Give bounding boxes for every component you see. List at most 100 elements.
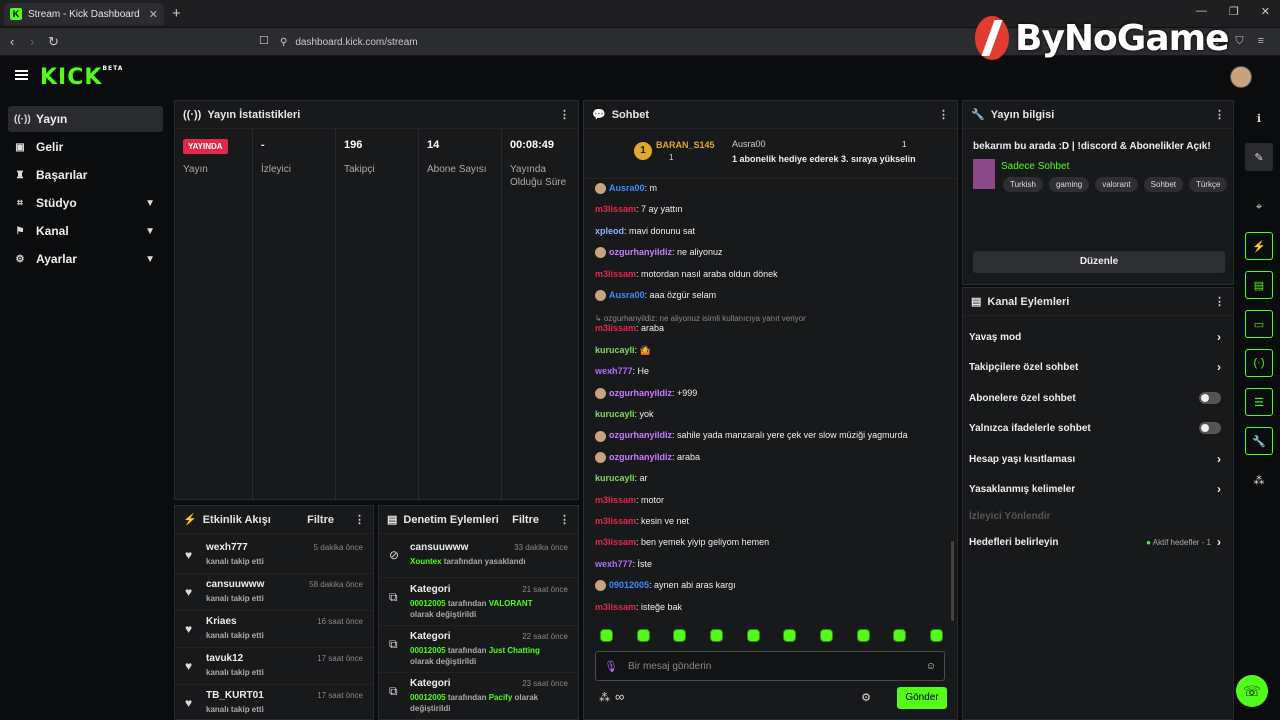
- chat-message[interactable]: wexh777: He: [595, 366, 649, 376]
- chat-username[interactable]: ozgurhanyildiz: [609, 388, 672, 398]
- chat-settings-icon[interactable]: ⚙: [861, 691, 871, 704]
- chat-username[interactable]: ozgurhanyildiz: [609, 430, 672, 440]
- chat-message[interactable]: m3lissam: motor: [595, 495, 664, 505]
- send-button[interactable]: Gönder: [897, 687, 947, 709]
- subscribers-only-toggle[interactable]: [1199, 392, 1221, 404]
- chat-message[interactable]: ozgurhanyildiz: ne aliyonuz: [595, 247, 723, 259]
- shield-icon[interactable]: ⛉: [1235, 35, 1243, 48]
- chat-username[interactable]: 09012005: [609, 580, 649, 590]
- broadcast-icon[interactable]: (·): [1245, 349, 1273, 377]
- filter-button[interactable]: Filtre: [307, 514, 334, 526]
- chat-bubble-icon[interactable]: ▭: [1245, 310, 1273, 338]
- emote-icon[interactable]: [673, 629, 687, 642]
- more-options-icon[interactable]: ⋮: [559, 513, 570, 526]
- channel-actions-icon[interactable]: ☰: [1245, 388, 1273, 416]
- chat-username[interactable]: m3lissam: [595, 204, 636, 214]
- chat-message[interactable]: kurucayli: yok: [595, 409, 654, 419]
- action-banned-words[interactable]: Yasaklanmış kelimeler ›: [963, 474, 1233, 504]
- help-chat-icon[interactable]: ☏: [1236, 675, 1268, 707]
- more-options-icon[interactable]: ⋮: [1214, 108, 1225, 121]
- chat-username[interactable]: wexh777: [595, 366, 633, 376]
- emoji-picker-icon[interactable]: ☺: [926, 661, 936, 672]
- chat-username[interactable]: m3lissam: [595, 516, 636, 526]
- chat-input[interactable]: 🎙 Bir mesaj gönderin ☺: [595, 651, 945, 681]
- browser-tab[interactable]: K Stream - Kick Dashboard ✕: [4, 3, 164, 25]
- emote-icon[interactable]: [600, 629, 613, 642]
- chat-message[interactable]: m3lissam: isteğe bak: [595, 602, 682, 612]
- wrench-icon[interactable]: 🔧: [1245, 427, 1273, 455]
- chat-message[interactable]: ozgurhanyildiz: sahile yada manzaralı ye…: [595, 430, 908, 442]
- follower-name[interactable]: cansuuwww: [206, 579, 264, 590]
- chat-message[interactable]: 09012005: aynen abi aras kargı: [595, 580, 736, 592]
- pencil-icon[interactable]: ✎: [1245, 143, 1273, 171]
- emote-icon[interactable]: [929, 629, 943, 642]
- chat-username[interactable]: m3lissam: [595, 602, 636, 612]
- emote-only-toggle[interactable]: [1199, 422, 1221, 434]
- emote-icon[interactable]: [746, 629, 760, 642]
- chat-username[interactable]: xpleod: [595, 226, 624, 236]
- chat-username[interactable]: m3lissam: [595, 495, 636, 505]
- sidebar-item-gelir[interactable]: ▣ Gelir: [8, 134, 163, 160]
- chat-username[interactable]: ozgurhanyildiz: [609, 247, 672, 257]
- follower-name[interactable]: wexh777: [206, 542, 248, 553]
- lightning-icon[interactable]: ⚡: [1245, 232, 1273, 260]
- forward-icon[interactable]: ›: [30, 34, 34, 49]
- action-followers-only[interactable]: Takipçilere özel sohbet ›: [963, 352, 1233, 382]
- more-options-icon[interactable]: ⋮: [354, 513, 365, 526]
- chat-username[interactable]: wexh777: [595, 559, 633, 569]
- chat-username[interactable]: m3lissam: [595, 537, 636, 547]
- chat-message[interactable]: m3lissam: 7 ay yattın: [595, 204, 683, 214]
- new-tab-icon[interactable]: +: [172, 5, 181, 22]
- emote-icon[interactable]: [709, 629, 723, 642]
- menu-icon[interactable]: ≡: [1258, 35, 1264, 48]
- add-widget-icon[interactable]: ⁂: [1245, 466, 1273, 494]
- chat-scrollbar[interactable]: [951, 541, 954, 621]
- reload-icon[interactable]: ↻: [48, 34, 59, 50]
- filter-button[interactable]: Filtre: [512, 514, 539, 526]
- kick-logo[interactable]: KICKBETA: [40, 65, 123, 90]
- points-icon[interactable]: ⁂: [599, 691, 610, 704]
- back-icon[interactable]: ‹: [10, 34, 14, 49]
- chat-message[interactable]: xpleod: mavi donunu sat: [595, 226, 695, 236]
- chat-username[interactable]: Ausra00: [609, 183, 645, 193]
- document-icon[interactable]: ▤: [1245, 271, 1273, 299]
- follower-name[interactable]: tavuk12: [206, 653, 243, 664]
- chat-message[interactable]: Ausra00: aaa özgür selam: [595, 290, 716, 302]
- chat-message[interactable]: kurucayli: 🤷: [595, 345, 651, 356]
- maximize-icon[interactable]: ❐: [1229, 5, 1239, 18]
- bookmark-icon[interactable]: ☐: [259, 34, 269, 47]
- chat-message[interactable]: m3lissam: motordan nasıl araba oldun dön…: [595, 269, 778, 279]
- chat-message[interactable]: Ausra00: m: [595, 183, 657, 195]
- emote-icon[interactable]: [856, 629, 870, 642]
- category-name[interactable]: Sadece Sohbet: [1001, 161, 1069, 172]
- action-account-age[interactable]: Hesap yaşı kısıtlaması ›: [963, 444, 1233, 474]
- chat-username[interactable]: kurucayli: [595, 409, 635, 419]
- emote-icon[interactable]: [783, 629, 797, 642]
- more-options-icon[interactable]: ⋮: [1214, 295, 1225, 308]
- chat-message[interactable]: m3lissam: ben yemek yiyip geliyom hemen: [595, 537, 769, 547]
- chat-message[interactable]: m3lissam: kesin ve net: [595, 516, 689, 526]
- pinned-gift-leaderboard[interactable]: 1 BARAN_S145 1 Ausra00 1 abonelik hediye…: [584, 129, 957, 179]
- url-field[interactable]: ⚲ dashboard.kick.com/stream: [280, 32, 980, 52]
- close-tab-icon[interactable]: ✕: [149, 8, 158, 21]
- moderation-target[interactable]: cansuuwww: [410, 542, 468, 553]
- action-goals[interactable]: Hedefleri belirleyin ● Aktif hedefler - …: [963, 527, 1233, 557]
- chat-username[interactable]: kurucayli: [595, 473, 635, 483]
- more-options-icon[interactable]: ⋮: [938, 108, 949, 121]
- sidebar-item-studyo[interactable]: ⌗ Stüdyo ▼: [8, 190, 163, 216]
- sidebar-item-basarilar[interactable]: ♜ Başarılar: [8, 162, 163, 188]
- emote-icon[interactable]: [819, 629, 833, 642]
- chat-message[interactable]: wexh777: İste: [595, 559, 652, 569]
- chat-message[interactable]: ozgurhanyildiz: +999: [595, 388, 697, 399]
- info-icon[interactable]: ℹ: [1245, 104, 1273, 132]
- follower-name[interactable]: Kriaes: [206, 616, 237, 627]
- more-options-icon[interactable]: ⋮: [559, 108, 570, 121]
- close-window-icon[interactable]: ✕: [1261, 5, 1270, 18]
- microphone-icon[interactable]: 🎙: [604, 660, 618, 673]
- emote-icon[interactable]: [893, 629, 907, 642]
- site-info-icon[interactable]: ⚲: [280, 37, 287, 48]
- focus-icon[interactable]: ⌖: [1245, 193, 1273, 221]
- edit-button[interactable]: Düzenle: [973, 251, 1225, 273]
- chat-username[interactable]: m3lissam: [595, 323, 636, 333]
- chat-message[interactable]: m3lissam: araba: [595, 323, 664, 333]
